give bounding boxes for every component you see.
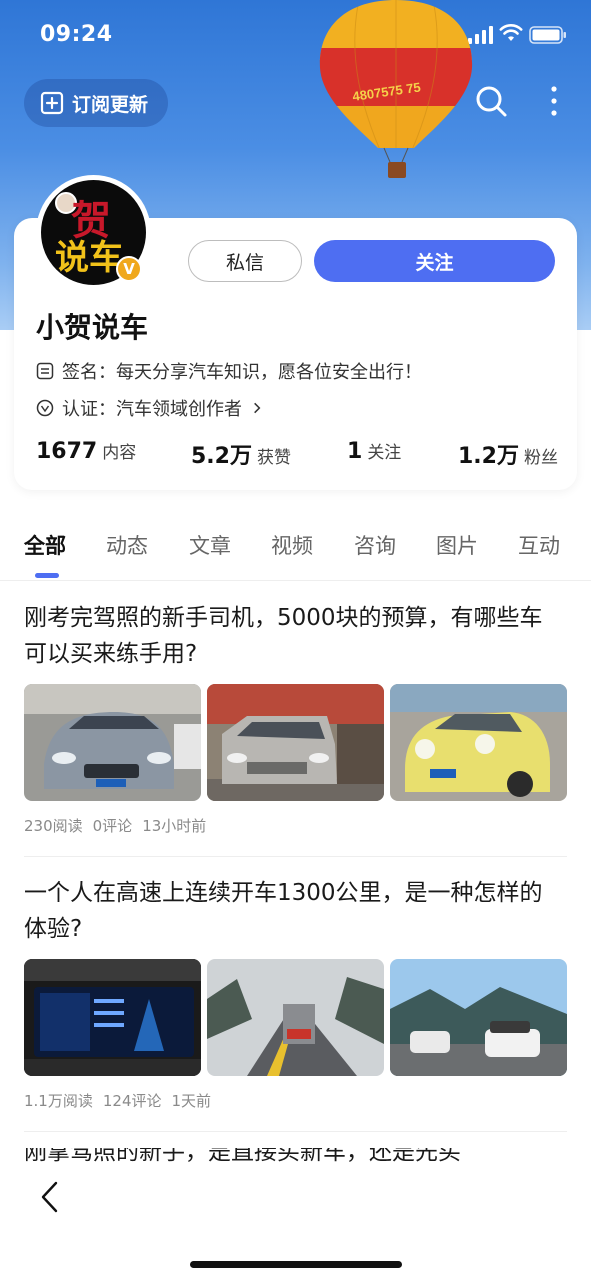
article-divider xyxy=(24,1131,567,1132)
tab-interaction[interactable]: 互动 xyxy=(518,530,560,560)
article-title: 刚考完驾照的新手司机，5000块的预算，有哪些车可以买来练手用? xyxy=(24,605,543,667)
status-time: 09:24 xyxy=(40,22,113,47)
tab-all[interactable]: 全部 xyxy=(24,530,66,560)
thumbnail-gray-sedan xyxy=(24,684,201,801)
back-icon[interactable] xyxy=(36,1180,64,1214)
tab-active-indicator xyxy=(35,573,59,578)
certification-icon xyxy=(36,399,54,417)
tab-divider xyxy=(0,580,591,581)
subscribe-icon xyxy=(40,91,64,115)
battery-icon xyxy=(529,26,566,44)
thumbnail-mountain-traffic xyxy=(390,959,567,1076)
chevron-right-icon xyxy=(254,402,261,414)
verified-badge: V xyxy=(116,256,142,282)
wifi-icon xyxy=(499,24,523,41)
home-indicator xyxy=(190,1261,402,1268)
tab-articles[interactable]: 文章 xyxy=(189,530,231,560)
stat-following[interactable]: 1 关注 xyxy=(347,438,401,464)
article-comments: 0评论 xyxy=(92,817,133,835)
tab-images[interactable]: 图片 xyxy=(436,530,478,560)
more-icon[interactable] xyxy=(542,84,566,118)
article-item[interactable]: 一个人在高速上连续开车1300公里，是一种怎样的体验? 1.1万阅读 124评论… xyxy=(24,875,567,1111)
stat-label: 粉丝 xyxy=(523,448,558,468)
article-meta: 230阅读 0评论 13小时前 xyxy=(24,815,567,836)
stat-number: 1677 xyxy=(36,439,98,464)
signature-icon xyxy=(36,362,54,380)
article-reads: 1.1万阅读 xyxy=(24,1092,93,1110)
certification-text: 认证：汽车领域创作者 xyxy=(62,399,242,420)
stat-label: 内容 xyxy=(102,443,137,463)
stat-number: 1.2万 xyxy=(458,444,519,469)
stat-likes[interactable]: 5.2万 获赞 xyxy=(191,438,291,470)
avatar-logo-bottom: 说车 xyxy=(55,238,123,278)
signature-row: 签名：每天分享汽车知识，愿各位安全出行！ xyxy=(36,358,422,384)
article-time: 13小时前 xyxy=(142,817,207,835)
subscribe-label: 订阅更新 xyxy=(72,93,149,116)
article-title: 一个人在高速上连续开车1300公里，是一种怎样的体验? xyxy=(24,880,543,942)
stat-label: 关注 xyxy=(367,443,402,463)
tab-moments[interactable]: 动态 xyxy=(106,530,148,560)
stat-label: 获赞 xyxy=(256,448,291,468)
tab-videos[interactable]: 视频 xyxy=(271,530,313,560)
article-thumbnails xyxy=(24,684,567,801)
thumbnail-silver-van xyxy=(207,684,384,801)
follow-button[interactable]: 关注 xyxy=(314,240,555,282)
article-reads: 230阅读 xyxy=(24,817,83,835)
hot-air-balloon-image: 4807575 75 xyxy=(319,0,473,178)
article-comments: 124评论 xyxy=(102,1092,162,1110)
stat-number: 1 xyxy=(347,439,363,464)
profile-nickname: 小贺说车 xyxy=(36,311,149,344)
profile-stats: 1677 内容 5.2万 获赞 1 关注 1.2万 粉丝 xyxy=(36,438,558,470)
stat-number: 5.2万 xyxy=(191,444,252,469)
tab-consult[interactable]: 咨询 xyxy=(354,530,396,560)
article-thumbnails xyxy=(24,959,567,1076)
content-tabs: 全部 动态 文章 视频 咨询 图片 互动 xyxy=(0,530,591,576)
thumbnail-yellow-car xyxy=(390,684,567,801)
certification-row[interactable]: 认证：汽车领域创作者 xyxy=(36,395,264,421)
status-bar: 09:24 xyxy=(0,0,591,70)
signature-text: 签名：每天分享汽车知识，愿各位安全出行！ xyxy=(62,362,422,383)
subscribe-updates-button[interactable]: 订阅更新 xyxy=(24,79,168,127)
article-item[interactable]: 刚考完驾照的新手司机，5000块的预算，有哪些车可以买来练手用? 230阅读 0… xyxy=(24,600,567,836)
stat-content[interactable]: 1677 内容 xyxy=(36,438,136,464)
stat-followers[interactable]: 1.2万 粉丝 xyxy=(458,438,558,470)
article-time: 1天前 xyxy=(171,1092,212,1110)
article-meta: 1.1万阅读 124评论 1天前 xyxy=(24,1090,567,1111)
thumbnail-highway-truck xyxy=(207,959,384,1076)
private-message-button[interactable]: 私信 xyxy=(188,240,302,282)
search-icon[interactable] xyxy=(474,84,508,118)
thumbnail-car-dashboard xyxy=(24,959,201,1076)
article-divider xyxy=(24,856,567,857)
